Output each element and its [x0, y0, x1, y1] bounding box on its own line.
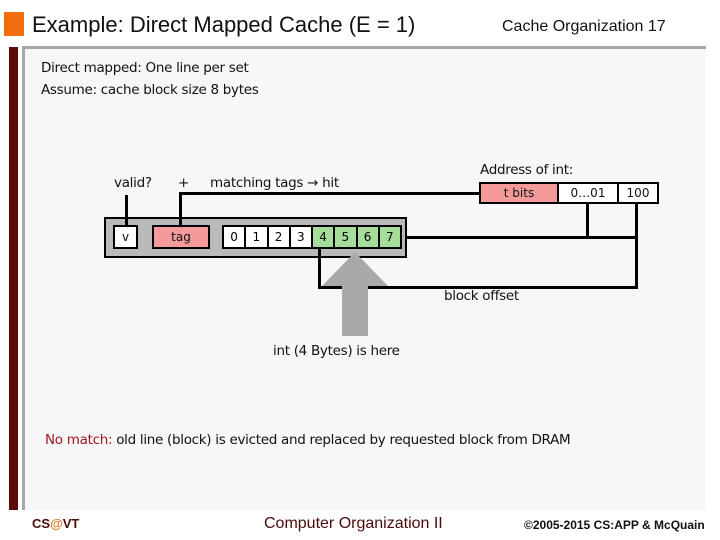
footer-course-title: Computer Organization II — [264, 515, 443, 532]
section-name: Cache Organization — [502, 18, 644, 35]
byte-cell: 3 — [290, 227, 311, 247]
footer-copyright: ©2005-2015 CS:APP & McQuain — [524, 518, 705, 532]
no-match-prefix: No match: — [45, 432, 113, 448]
set-index-connector — [586, 203, 589, 238]
footer-cs: CS — [32, 516, 51, 531]
byte-cell: 1 — [246, 227, 267, 247]
no-match-note: No match: old line (block) is evicted an… — [45, 432, 571, 448]
valid-bit-field: v — [113, 225, 138, 249]
byte-cell: 0 — [224, 227, 245, 247]
address-label: Address of int: — [480, 162, 574, 178]
valid-label: valid? — [114, 175, 152, 191]
byte-cell-highlighted: 4 — [313, 227, 334, 247]
address-set-index: 0…01 — [557, 182, 619, 204]
byte-cell-highlighted: 7 — [379, 227, 400, 247]
offset-connector-from-line — [406, 236, 638, 239]
slide-section-header: Cache Organization 17 — [502, 18, 666, 36]
byte-cell: 2 — [268, 227, 289, 247]
byte-cell-highlighted: 5 — [335, 227, 356, 247]
footer-at: @ — [50, 516, 63, 531]
data-block: 0 1 2 3 4 5 6 7 — [222, 225, 402, 249]
offset-connector-vertical — [635, 203, 638, 289]
slide-title: Example: Direct Mapped Cache (E = 1) — [32, 12, 416, 37]
up-arrow-icon — [322, 252, 388, 336]
tag-connector-horizontal — [179, 192, 481, 195]
matching-tags-label: matching tags → hit — [210, 175, 339, 191]
footer-vt: VT — [62, 516, 80, 531]
intro-line-1: Direct mapped: One line per set — [41, 60, 249, 76]
no-match-text: old line (block) is evicted and replaced… — [112, 432, 571, 448]
left-accent-bar — [9, 47, 18, 510]
title-accent-square — [4, 12, 24, 36]
int-location-label: int (4 Bytes) is here — [273, 343, 400, 359]
address-tag-bits: t bits — [479, 182, 559, 204]
intro-line-2: Assume: cache block size 8 bytes — [41, 82, 259, 98]
block-offset-label: block offset — [444, 288, 519, 304]
valid-connector — [125, 195, 128, 227]
footer-logo: CS@VT — [32, 516, 79, 531]
byte-cell-highlighted: 6 — [357, 227, 378, 247]
address-block-offset: 100 — [617, 182, 659, 204]
tag-field: tag — [152, 225, 210, 249]
page-number: 17 — [647, 18, 666, 35]
plus-label: + — [178, 175, 190, 191]
tag-connector-vertical — [179, 192, 182, 227]
